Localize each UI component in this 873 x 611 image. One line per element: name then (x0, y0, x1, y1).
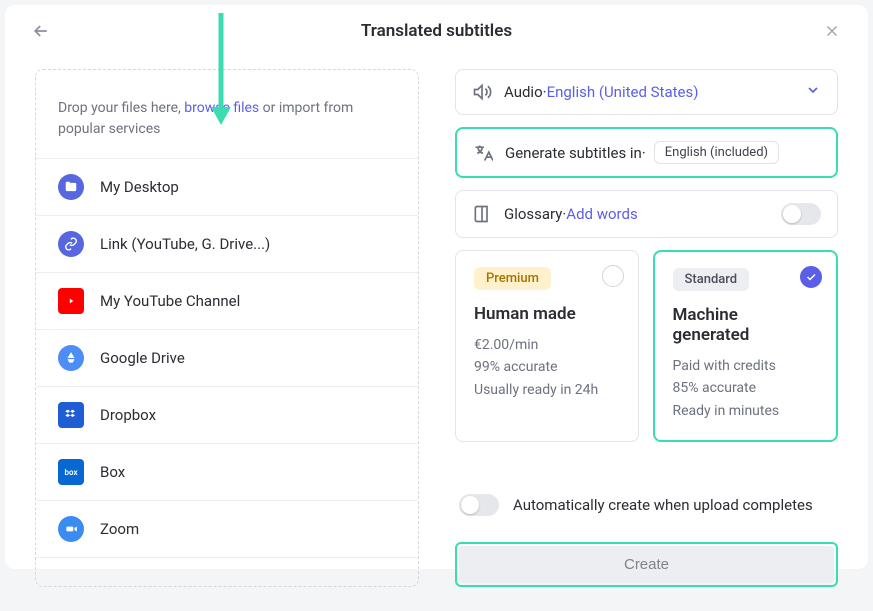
generate-subtitles-row[interactable]: Generate subtitles in · English (include… (457, 129, 836, 176)
service-zoom[interactable]: Zoom (36, 501, 418, 558)
drop-instruction: Drop your files here, browse files or im… (36, 70, 418, 158)
dropbox-icon (58, 402, 84, 428)
service-label: My Desktop (100, 178, 179, 196)
auto-create-toggle[interactable] (459, 494, 499, 516)
create-button[interactable]: Create (459, 546, 834, 583)
service-dropbox[interactable]: Dropbox (36, 387, 418, 444)
link-icon (58, 231, 84, 257)
plan-radio-unselected[interactable] (602, 265, 624, 287)
service-label: My YouTube Channel (100, 292, 240, 310)
plan-radio-selected[interactable] (800, 266, 822, 288)
glossary-row[interactable]: Glossary · Add words (455, 190, 838, 238)
browse-files-link[interactable]: browse files (184, 100, 259, 116)
plan-title: Machine generated (673, 305, 819, 345)
plan-machine-generated[interactable]: Standard Machine generated Paid with cre… (653, 250, 839, 442)
audio-language-value: English (United States) (547, 83, 699, 101)
chevron-down-icon (805, 82, 821, 102)
zoom-icon (58, 516, 84, 542)
audio-language-row[interactable]: Audio · English (United States) (455, 69, 838, 115)
service-my-desktop[interactable]: My Desktop (36, 158, 418, 216)
folder-icon (58, 174, 84, 200)
service-google-drive[interactable]: Google Drive (36, 330, 418, 387)
service-youtube[interactable]: My YouTube Channel (36, 273, 418, 330)
gdrive-icon (58, 345, 84, 371)
premium-badge: Premium (474, 267, 551, 290)
page-title: Translated subtitles (361, 21, 512, 41)
glossary-toggle[interactable] (781, 203, 821, 225)
file-drop-panel[interactable]: Drop your files here, browse files or im… (35, 69, 419, 587)
back-button[interactable] (29, 19, 53, 43)
plan-title: Human made (474, 304, 620, 324)
book-icon (472, 204, 492, 224)
service-label: Google Drive (100, 349, 185, 367)
service-box[interactable]: box Box (36, 444, 418, 501)
translate-icon (473, 143, 493, 163)
service-label: Zoom (100, 520, 139, 538)
add-words-link[interactable]: Add words (566, 205, 637, 223)
standard-badge: Standard (673, 268, 750, 291)
audio-icon (472, 82, 492, 102)
target-language-pill[interactable]: English (included) (654, 141, 779, 164)
service-label: Link (YouTube, G. Drive...) (100, 235, 270, 253)
service-label: Box (100, 463, 125, 481)
plan-human-made[interactable]: Premium Human made €2.00/min 99% accurat… (455, 250, 639, 442)
service-link[interactable]: Link (YouTube, G. Drive...) (36, 216, 418, 273)
services-list[interactable]: My Desktop Link (YouTube, G. Drive...) M… (36, 158, 418, 586)
close-button[interactable] (820, 19, 844, 43)
box-icon: box (58, 459, 84, 485)
service-label: Dropbox (100, 406, 156, 424)
youtube-icon (58, 288, 84, 314)
auto-create-label: Automatically create when upload complet… (513, 496, 813, 514)
